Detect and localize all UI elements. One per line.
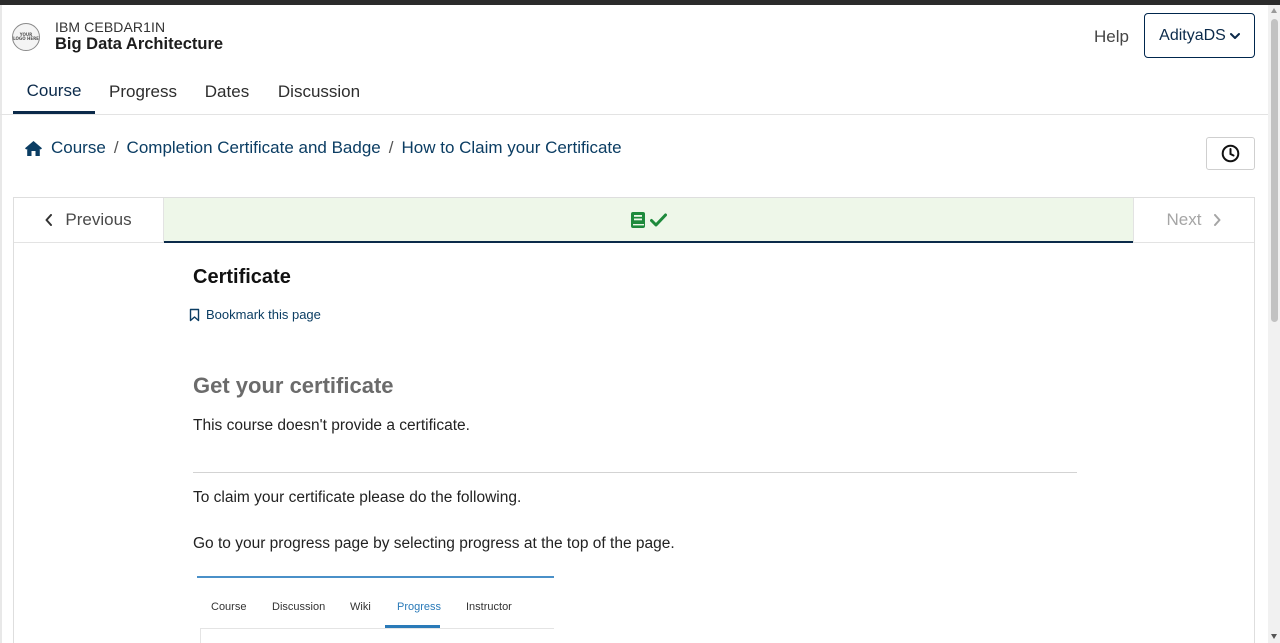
breadcrumb: Course / Completion Certificate and Badg… <box>24 136 622 160</box>
unit-title: Certificate <box>193 266 291 288</box>
next-button[interactable]: Next <box>1133 198 1254 242</box>
scroll-up-arrow-icon[interactable] <box>1271 8 1277 13</box>
screenshot-top-border <box>197 576 554 578</box>
clock-icon <box>1221 144 1240 163</box>
screenshot-tab-border <box>200 628 554 629</box>
chevron-down-icon <box>1229 33 1240 39</box>
checkmark-icon <box>650 213 667 226</box>
bookmark-icon <box>189 308 200 321</box>
logo[interactable]: YOUR LOGO HERE <box>12 23 40 51</box>
unit-frame: Previous Next Certificate Bookmark this … <box>13 197 1255 643</box>
org-code: IBM CEBDAR1IN <box>55 19 166 35</box>
tab-discussion[interactable]: Discussion <box>277 70 361 114</box>
chevron-left-icon <box>45 214 53 226</box>
breadcrumb-separator: / <box>388 138 394 157</box>
screenshot-tab-instructor: Instructor <box>466 601 512 613</box>
page-scrollbar[interactable] <box>1268 5 1280 643</box>
logo-text: YOUR LOGO HERE <box>13 31 39 41</box>
screenshot-tab-course: Course <box>211 601 247 613</box>
scrollbar-thumb[interactable] <box>1271 19 1278 322</box>
previous-button[interactable]: Previous <box>14 198 164 242</box>
user-name: AdityaDS <box>1159 26 1226 44</box>
progress-tab-screenshot: Course Discussion Wiki Progress Instruct… <box>197 576 554 643</box>
section-heading: Get your certificate <box>193 373 394 398</box>
progress-instruction-text: Go to your progress page by selecting pr… <box>193 535 675 552</box>
screenshot-left-border <box>200 628 201 643</box>
screenshot-tab-discussion: Discussion <box>272 601 326 613</box>
sequence-unit-current[interactable] <box>164 198 1133 243</box>
tab-course[interactable]: Course <box>13 70 95 114</box>
screenshot-tab-progress: Progress <box>397 601 442 613</box>
bookmark-label: Bookmark this page <box>206 307 321 322</box>
course-tabs: Course Progress Dates Discussion <box>0 70 1268 115</box>
tab-dates[interactable]: Dates <box>204 70 250 114</box>
screenshot-tab-wiki: Wiki <box>350 601 371 613</box>
course-title: Big Data Architecture <box>55 35 224 53</box>
scroll-down-arrow-icon[interactable] <box>1271 634 1277 639</box>
divider <box>193 472 1077 473</box>
next-label: Next <box>1166 210 1202 229</box>
chevron-right-icon <box>1214 214 1221 226</box>
book-icon <box>631 211 645 228</box>
bookmark-button[interactable]: Bookmark this page <box>189 307 321 322</box>
history-button[interactable] <box>1206 137 1255 170</box>
breadcrumb-subsection[interactable]: How to Claim your Certificate <box>401 138 621 158</box>
home-icon[interactable] <box>24 140 43 157</box>
tab-progress[interactable]: Progress <box>108 70 178 114</box>
breadcrumb-section[interactable]: Completion Certificate and Badge <box>127 138 381 158</box>
no-certificate-text: This course doesn't provide a certificat… <box>193 417 470 434</box>
claim-instructions-text: To claim your certificate please do the … <box>193 489 522 506</box>
help-link[interactable]: Help <box>1094 27 1129 47</box>
breadcrumb-separator: / <box>113 138 119 157</box>
previous-label: Previous <box>65 210 132 229</box>
sequence-navigation: Previous Next <box>14 198 1254 243</box>
user-menu-button[interactable]: AdityaDS <box>1144 13 1255 58</box>
header: YOUR LOGO HERE IBM CEBDAR1IN Big Data Ar… <box>0 5 1268 70</box>
breadcrumb-course[interactable]: Course <box>51 138 106 158</box>
